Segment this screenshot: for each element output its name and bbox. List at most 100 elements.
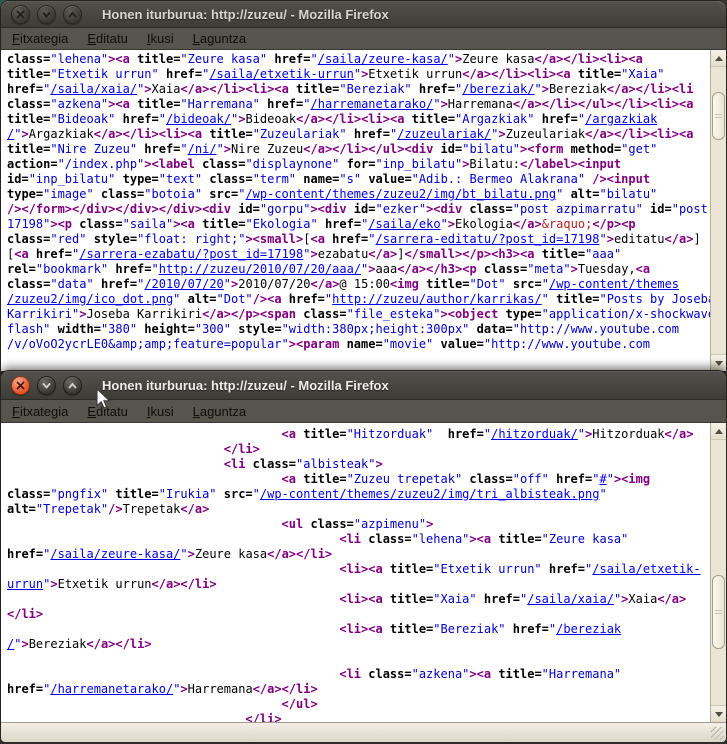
source-line: </li> (7, 442, 726, 457)
source-line: <li class="lehena"><a title="Zeure kasa" (7, 532, 726, 547)
maximize-button[interactable] (63, 376, 82, 395)
source-link[interactable]: /bereziak (556, 622, 621, 636)
source-line: action="/index.php"><label class="displa… (7, 157, 726, 172)
source-line: </li> (7, 712, 726, 722)
menu-item-fitxategia[interactable]: Fitxategia (9, 30, 71, 47)
source-line: class="pngfix" title="Irukia" src="/wp-c… (7, 487, 726, 502)
source-line: flash" width="380" height="300" style="w… (7, 322, 726, 337)
source-line: <a title="Zuzeu trepetak" class="off" hr… (7, 472, 726, 487)
source-link[interactable]: /bideoak/ (166, 112, 231, 126)
source-line: type="image" class="botoia" src="/wp-con… (7, 187, 726, 202)
source-link[interactable]: /saila/zeure-kasa/ (50, 547, 180, 561)
view-source-window-1: Honen iturburua: http://zuzeu/ - Mozilla… (0, 0, 727, 370)
scrollbar-thumb[interactable] (712, 575, 725, 649)
source-line: /></form></div></div></div><div id="gorp… (7, 202, 726, 217)
source-link[interactable]: /hitzorduak/ (491, 427, 578, 441)
source-link[interactable]: /saila/eko (368, 217, 440, 231)
chevron-down-icon (42, 10, 51, 19)
chevron-down-icon (42, 381, 51, 390)
source-line: class="azkena"><a title="Harremana" href… (7, 97, 726, 112)
source-link[interactable]: /saila/etxetik-urrun (209, 67, 354, 81)
source-link[interactable]: /ni/ (188, 142, 217, 156)
source-link[interactable]: /saila/xaia/ (527, 592, 614, 606)
window2-source: <a title="Hitzorduak" href="/hitzorduak/… (1, 423, 726, 722)
minimize-button[interactable] (37, 376, 56, 395)
source-link[interactable]: /saila/etxetik- (592, 562, 700, 576)
source-line: </ul> (7, 697, 726, 712)
source-line: /">Argazkiak</a></li><li><a title="Zuzeu… (7, 127, 726, 142)
menu-item-laguntza[interactable]: Laguntza (190, 30, 250, 47)
menu-item-ikusi[interactable]: Ikusi (144, 403, 177, 420)
source-line: rel="bookmark" href="http://zuzeu/2010/0… (7, 262, 726, 277)
source-link[interactable]: /zuzeu2/img/ico_dot.png (7, 292, 173, 306)
maximize-button[interactable] (63, 5, 82, 24)
window1-buttons (11, 5, 89, 24)
source-link[interactable]: # (599, 472, 606, 486)
window1-menubar: Fitxategia Editatu Ikusi Laguntza (1, 28, 726, 50)
source-link[interactable]: /bereziak/ (462, 82, 534, 96)
source-line: href="/saila/xaia/">Xaia</a></li><li><a … (7, 82, 726, 97)
source-link[interactable]: /harremanetarako/ (50, 682, 173, 696)
chevron-up-icon (68, 10, 77, 19)
menu-item-laguntza[interactable]: Laguntza (190, 403, 250, 420)
minimize-button[interactable] (37, 5, 56, 24)
menu-item-editatu[interactable]: Editatu (84, 30, 130, 47)
source-line: class="lehena"><a title="Zeure kasa" hre… (7, 52, 726, 67)
source-link[interactable]: /wp-content/themes/zuzeu2/img/tri_albist… (260, 487, 600, 501)
scroll-up-button[interactable] (711, 423, 726, 440)
source-line: class="data" href="/2010/07/20">2010/07/… (7, 277, 726, 292)
menu-item-fitxategia[interactable]: Fitxategia (9, 403, 71, 420)
source-line: href="/saila/zeure-kasa/">Zeure kasa</a>… (7, 547, 726, 562)
source-line: <a title="Hitzorduak" href="/hitzorduak/… (7, 427, 726, 442)
source-link[interactable]: /wp-content/themes (549, 277, 679, 291)
window1-content[interactable]: class="lehena"><a title="Zeure kasa" hre… (1, 50, 726, 371)
window2-scrollbar[interactable] (710, 423, 726, 722)
source-line: title="Etxetik urrun" href="/saila/etxet… (7, 67, 726, 82)
source-line: title="Nire Zuzeu" href="/ni/">Nire Zuze… (7, 142, 726, 157)
source-link[interactable]: /wp-content/themes/zuzeu2/img/bt_bilatu.… (245, 187, 556, 201)
resize-grip[interactable] (711, 727, 724, 740)
menu-item-ikusi[interactable]: Ikusi (144, 30, 177, 47)
window1-titlebar[interactable]: Honen iturburua: http://zuzeu/ - Mozilla… (1, 1, 726, 28)
source-line: [<a href="/sarrera-ezabatu/?post_id=1719… (7, 247, 726, 262)
source-line: alt="Trepetak"/>Trepetak</a> (7, 502, 726, 517)
source-link[interactable]: http://zuzeu/author/karrikas/ (332, 292, 542, 306)
window2-content[interactable]: <a title="Hitzorduak" href="/hitzorduak/… (1, 423, 726, 722)
source-line: title="Bideoak" href="/bideoak/">Bideoak… (7, 112, 726, 127)
source-link[interactable]: /zuzeulariak/ (397, 127, 491, 141)
source-line: class="red" style="float: right;"><small… (7, 232, 726, 247)
scroll-down-button[interactable] (711, 705, 726, 722)
close-icon (16, 381, 25, 390)
window2-statusbar (1, 722, 726, 742)
up-arrow-icon (715, 56, 723, 61)
source-line (7, 652, 726, 667)
chevron-up-icon (68, 381, 77, 390)
source-link[interactable]: /saila/xaia/ (50, 82, 137, 96)
source-line: /v/oVoO2ycrLE0&amp;amp;feature=popular">… (7, 337, 726, 352)
close-button[interactable] (11, 5, 30, 24)
source-link[interactable]: http://zuzeu/2010/07/20/aaa/ (159, 262, 361, 276)
source-link[interactable]: urrun (7, 577, 43, 591)
mouse-cursor-icon (96, 388, 111, 415)
source-link[interactable]: /2010/07/20 (144, 277, 223, 291)
source-link[interactable]: /harremanetarako/ (311, 97, 434, 111)
down-arrow-icon (715, 712, 723, 717)
source-line: urrun">Etxetik urrun</a></li> (7, 577, 726, 592)
window1-scrollbar[interactable] (710, 50, 726, 371)
close-button[interactable] (11, 376, 30, 395)
scroll-down-button[interactable] (711, 354, 726, 371)
window-title: Honen iturburua: http://zuzeu/ - Mozilla… (102, 378, 389, 393)
source-line: href="/harremanetarako/">Harremana</a></… (7, 682, 726, 697)
scroll-up-button[interactable] (711, 50, 726, 67)
source-link[interactable]: /saila/zeure-kasa/ (318, 52, 448, 66)
source-line: <ul class="azpimenu"> (7, 517, 726, 532)
window1-source: class="lehena"><a title="Zeure kasa" hre… (1, 50, 726, 352)
source-link[interactable]: /argazkiak (585, 112, 657, 126)
scrollbar-thumb[interactable] (712, 92, 725, 140)
source-link[interactable]: /sarrera-editatu/?post_id=17198 (376, 232, 600, 246)
source-line: <li><a title="Etxetik urrun" href="/sail… (7, 562, 726, 577)
up-arrow-icon (715, 429, 723, 434)
down-arrow-icon (715, 361, 723, 366)
source-link[interactable]: /sarrera-ezabatu/?post_id=17198 (79, 247, 303, 261)
source-line: <li class="albisteak"> (7, 457, 726, 472)
